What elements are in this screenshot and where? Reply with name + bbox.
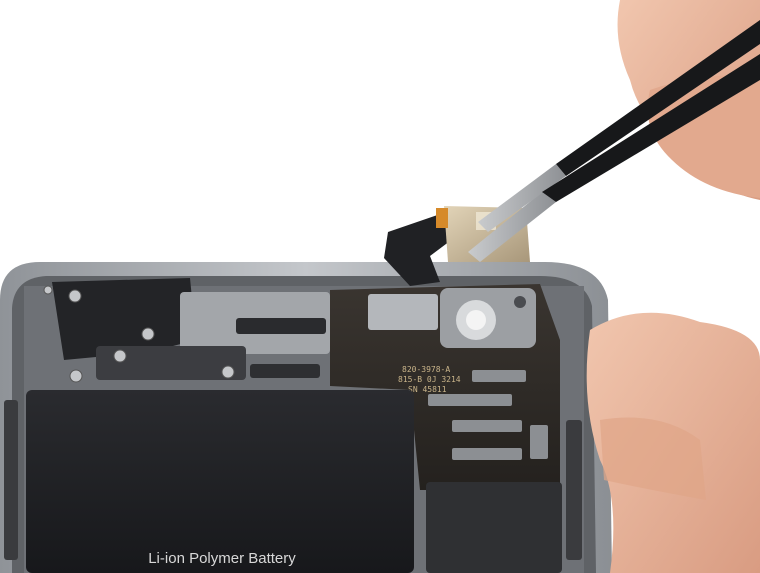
screw: [221, 365, 235, 379]
screw: [43, 285, 53, 295]
emi-shield: [426, 482, 562, 573]
board-connector: [452, 448, 522, 460]
camera-well: [440, 288, 536, 348]
board-connector: [452, 420, 522, 432]
pcb-marking: 815-B 0J 3214: [398, 375, 461, 384]
screw: [113, 349, 127, 363]
board-connector: [472, 370, 526, 382]
battery-label: Li-ion Polymer Battery: [148, 550, 296, 567]
screw: [141, 327, 155, 341]
pcb-marking: 820-3978-A: [402, 365, 450, 374]
pcb-marking: SN 45811: [408, 385, 447, 394]
board-connector: [530, 425, 548, 459]
battery: Li-ion Polymer Battery: [26, 390, 414, 573]
board-connector: [428, 394, 512, 406]
screw: [68, 289, 82, 303]
screw: [69, 369, 83, 383]
photo-scene: 820-3978-A 815-B 0J 3214 SN 45811 Li-ion…: [0, 0, 760, 573]
